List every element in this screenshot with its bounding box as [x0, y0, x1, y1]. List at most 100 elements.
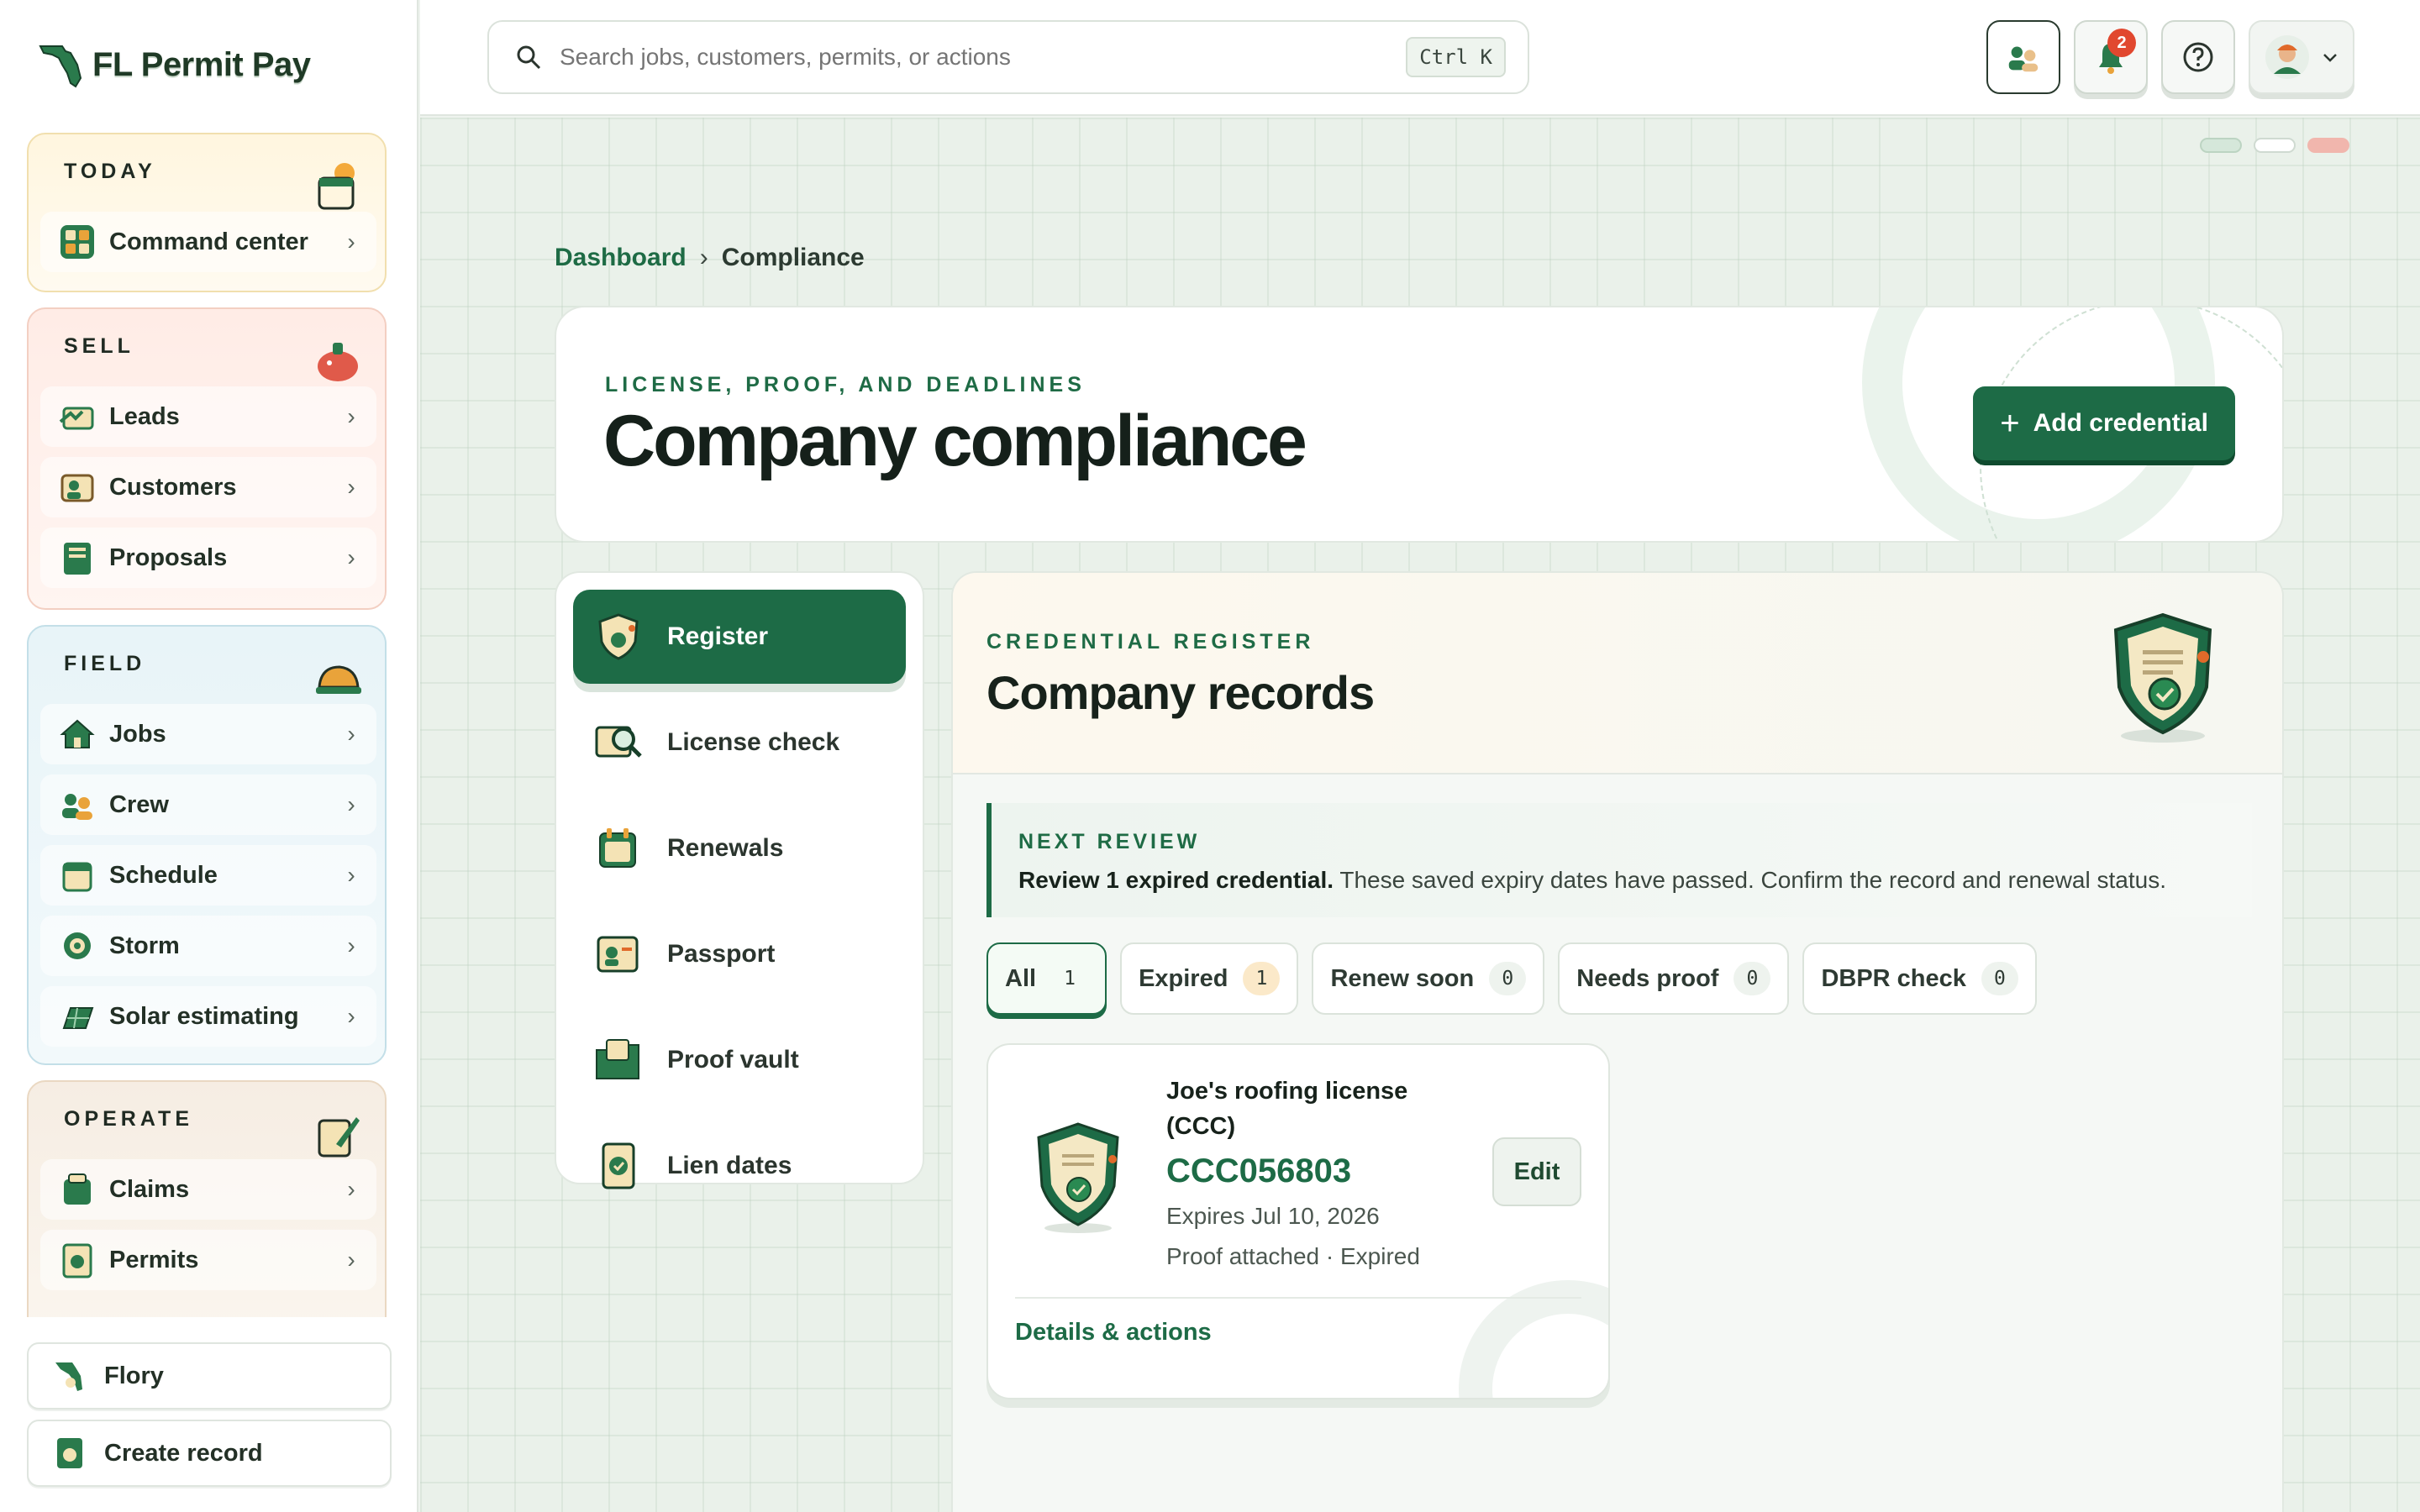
shield-badge-icon — [598, 613, 639, 660]
add-credential-label: Add credential — [2033, 409, 2208, 437]
sun-calendar-icon — [318, 163, 355, 210]
sidebar-nav[interactable]: TODAY Command center › SELL Leads › Cust… — [0, 126, 418, 1317]
magnifier-document-icon — [595, 726, 642, 758]
credential-filters: All 1 Expired 1 Renew soon 0 Needs proof… — [986, 942, 2037, 1015]
chevron-right-icon: › — [347, 228, 355, 255]
help-button[interactable] — [2161, 20, 2235, 94]
credential-register-panel: CREDENTIAL REGISTER Company records NEXT… — [951, 571, 2284, 1512]
tab-lien-dates[interactable]: Lien dates — [573, 1119, 906, 1213]
add-credential-button[interactable]: + Add credential — [1973, 386, 2235, 460]
breadcrumb-separator: › — [699, 244, 708, 271]
tab-label: Lien dates — [667, 1152, 792, 1179]
filter-label: Expired — [1139, 964, 1228, 992]
chevron-down-icon — [2323, 54, 2337, 62]
edit-credential-button[interactable]: Edit — [1492, 1137, 1581, 1206]
tab-license-check[interactable]: License check — [573, 696, 906, 790]
tab-label: Passport — [667, 940, 776, 968]
filter-count: 1 — [1064, 968, 1076, 990]
next-review-headline: Review 1 expired credential. — [1018, 867, 1334, 893]
register-header: CREDENTIAL REGISTER Company records — [953, 573, 2282, 774]
sidebar-item-solar-estimating[interactable]: Solar estimating › — [40, 986, 376, 1047]
notifications-button[interactable]: 2 — [2074, 20, 2148, 94]
nav-group-field: FIELD Jobs › Crew › Schedule › Storm › S… — [27, 625, 387, 1065]
credential-name: Joe's roofing license (CCC) — [1166, 1078, 1408, 1140]
calendar-renewal-icon — [599, 828, 636, 868]
sidebar-item-command-center[interactable]: Command center › — [40, 212, 376, 272]
sidebar-item-label: Jobs — [109, 720, 166, 748]
indicator-dot — [2254, 138, 2296, 153]
sidebar-item-label: Permits — [109, 1246, 199, 1273]
tab-proof-vault[interactable]: Proof vault — [573, 1013, 906, 1107]
next-review-message: Review 1 expired credential. These saved… — [1018, 867, 2166, 894]
tab-label: Proof vault — [667, 1046, 799, 1074]
chevron-right-icon: › — [347, 721, 355, 747]
certified-shield-icon — [2113, 612, 2212, 743]
hurricane-icon — [64, 932, 91, 959]
filter-all[interactable]: All 1 — [986, 942, 1107, 1015]
register-title: Company records — [986, 666, 1375, 719]
sidebar-item-customers[interactable]: Customers › — [40, 457, 376, 517]
filter-renew-soon[interactable]: Renew soon 0 — [1312, 942, 1545, 1015]
customers-icon — [60, 474, 94, 502]
create-record-icon — [57, 1438, 82, 1468]
brand[interactable]: FL Permit Pay — [37, 37, 311, 92]
filter-label: DBPR check — [1821, 964, 1966, 992]
sidebar-item-proposals[interactable]: Proposals › — [40, 528, 376, 588]
avatar — [2265, 35, 2309, 79]
details-actions-link[interactable]: Details & actions — [1015, 1319, 1212, 1347]
sidebar-item-crew[interactable]: Crew › — [40, 774, 376, 835]
filter-expired[interactable]: Expired 1 — [1120, 942, 1299, 1015]
sidebar-item-leads[interactable]: Leads › — [40, 386, 376, 447]
sidebar-item-label: Leads — [109, 402, 180, 430]
notification-count-badge: 2 — [2107, 29, 2136, 57]
sidebar-item-label: Command center — [109, 228, 308, 255]
help-icon — [2183, 42, 2213, 72]
filter-needs-proof[interactable]: Needs proof 0 — [1558, 942, 1790, 1015]
breadcrumb-link-dashboard[interactable]: Dashboard — [555, 244, 687, 272]
sidebar-item-storm[interactable]: Storm › — [40, 916, 376, 976]
tab-renewals[interactable]: Renewals — [573, 801, 906, 895]
filter-dbpr-check[interactable]: DBPR check 0 — [1802, 942, 2037, 1015]
tab-passport[interactable]: Passport — [573, 907, 906, 1001]
sidebar-item-label: Solar estimating — [109, 1002, 299, 1030]
crew-button[interactable] — [1986, 20, 2060, 94]
nav-group-label: FIELD — [64, 652, 146, 675]
crew-icon — [2008, 46, 2039, 72]
sidebar-item-claims[interactable]: Claims › — [40, 1159, 376, 1220]
search-input[interactable] — [560, 44, 1407, 71]
topbar: Ctrl K 2 — [420, 0, 2420, 116]
flory-assistant-button[interactable]: Flory — [27, 1342, 392, 1410]
chevron-right-icon: › — [347, 403, 355, 429]
indicator-dot — [2200, 138, 2242, 153]
brand-title: FL Permit Pay — [92, 45, 311, 83]
chevron-right-icon: › — [347, 1176, 355, 1202]
tab-register[interactable]: Register — [573, 590, 906, 684]
tab-label: License check — [667, 728, 840, 756]
nav-group-today: TODAY Command center › — [27, 133, 387, 292]
next-review-eyebrow: NEXT REVIEW — [1018, 830, 1201, 853]
nav-group-operate: OPERATE Claims › Permits › — [27, 1080, 387, 1317]
sidebar-item-jobs[interactable]: Jobs › — [40, 704, 376, 764]
calendar-icon — [62, 862, 92, 892]
account-menu-button[interactable] — [2249, 20, 2354, 94]
proposals-icon — [64, 543, 91, 575]
next-review-detail: These saved expiry dates have passed. Co… — [1334, 867, 2166, 893]
filter-label: Renew soon — [1330, 964, 1475, 992]
create-record-button[interactable]: Create record — [27, 1420, 392, 1487]
id-card-icon — [597, 936, 639, 973]
solar-panel-icon — [62, 1007, 94, 1029]
nav-group-label: OPERATE — [64, 1107, 193, 1131]
credential-number: CCC056803 — [1166, 1152, 1352, 1189]
sidebar-item-label: Storm — [109, 932, 180, 959]
clipboard-pen-icon — [318, 1117, 360, 1158]
filter-count: 0 — [1733, 962, 1771, 995]
sidebar-item-permits[interactable]: Permits › — [40, 1230, 376, 1290]
sidebar-item-label: Crew — [109, 790, 169, 818]
sidebar-item-schedule[interactable]: Schedule › — [40, 845, 376, 906]
chevron-right-icon: › — [347, 932, 355, 958]
credential-card: Joe's roofing license (CCC) CCC056803 Ex… — [986, 1043, 1610, 1399]
filter-label: Needs proof — [1576, 964, 1719, 992]
crew-icon — [62, 794, 92, 820]
global-search[interactable]: Ctrl K — [487, 20, 1529, 94]
lien-document-icon — [602, 1142, 635, 1189]
